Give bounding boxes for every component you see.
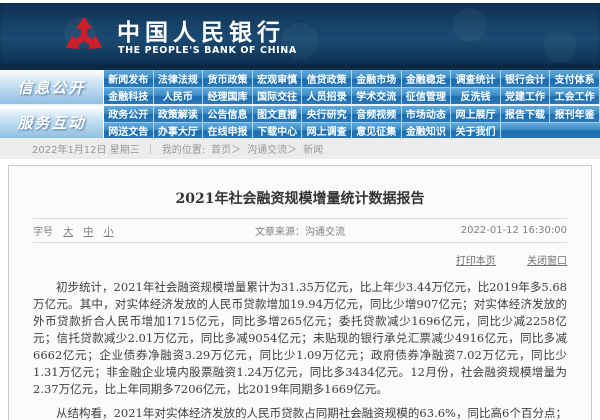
nav-item[interactable]: 办事大厅 [154, 123, 204, 139]
nav-item[interactable]: 银行会计 [501, 70, 551, 87]
article-paragraph-1: 初步统计，2021年社会融资规模增量累计为31.35万亿元，比上年少3.44万亿… [33, 279, 567, 398]
close-window-button[interactable]: 关闭窗口 [527, 256, 567, 267]
banner: 中国人民银行 THE PEOPLE'S BANK OF CHINA [0, 3, 600, 67]
nav-section-information-disclosure[interactable]: 信息公开 [0, 70, 104, 104]
current-date: 2022年1月12日 星期三 [32, 141, 140, 156]
nav-item[interactable]: 公告信息 [203, 106, 253, 122]
nav-item[interactable]: 党建工作 [501, 88, 551, 105]
nav-item[interactable]: 调查统计 [451, 70, 501, 87]
nav-item[interactable]: 报刊年鉴 [550, 106, 600, 122]
article-body: 初步统计，2021年社会融资规模增量累计为31.35万亿元，比上年少3.44万亿… [33, 279, 567, 420]
nav-item[interactable]: 金融市场 [352, 70, 402, 87]
nav-item[interactable]: 央行研究 [302, 106, 352, 122]
article-meta: 字号 大 中 小 文章来源：沟通交流 2022-01-12 16:30:00 [33, 219, 567, 242]
nav-item[interactable]: 金融知识 [402, 123, 452, 139]
nav-item[interactable]: 政策解读 [154, 106, 204, 122]
nav-item[interactable]: 下载中心 [253, 123, 303, 139]
breadcrumb-news-link[interactable]: 新闻 [303, 141, 323, 156]
print-page-button[interactable]: 打印本页 [456, 256, 496, 267]
nav-item[interactable]: 网上调查 [302, 123, 352, 139]
nav-item[interactable]: 支付体系 [550, 70, 600, 87]
page-actions: 打印本页 关闭窗口 [33, 243, 567, 269]
nav-item[interactable]: 国际交往 [253, 88, 303, 105]
nav-row: 政务公开政策解读公告信息图文直播央行研究音频视频市场动态网上展厅报告下载报刊年鉴 [104, 106, 600, 122]
nav-band-service-interaction: 服务互动 政务公开政策解读公告信息图文直播央行研究音频视频市场动态网上展厅报告下… [0, 104, 600, 138]
nav-item[interactable]: 报告下载 [501, 106, 551, 122]
breadcrumb-pipe: ｜ [146, 141, 156, 156]
nav-item[interactable]: 信贷政策 [302, 70, 352, 87]
nav-item[interactable]: 市场动态 [402, 106, 452, 122]
article-title: 2021年社会融资规模增量统计数据报告 [33, 188, 567, 208]
font-size-large-button[interactable]: 大 [63, 227, 73, 238]
font-size-medium-button[interactable]: 中 [83, 227, 93, 238]
nav-item[interactable]: 新闻发布 [104, 70, 154, 87]
nav-item[interactable]: 金融稳定 [402, 70, 452, 87]
nav-item[interactable]: 金融科技 [104, 88, 154, 105]
content-area: 2021年社会融资规模增量统计数据报告 字号 大 中 小 文章来源：沟通交流 2… [0, 159, 600, 420]
nav-item[interactable]: 征信管理 [402, 88, 452, 105]
nav-item[interactable]: 工会工作 [550, 88, 600, 105]
breadcrumb-location-label: 我的位置: [162, 141, 205, 156]
bank-name-cn: 中国人民银行 [117, 13, 285, 47]
pboc-logo-icon [60, 12, 108, 60]
nav-item[interactable]: 意见征集 [352, 123, 402, 139]
nav-item[interactable]: 学术交流 [352, 88, 402, 105]
nav-section-service-interaction[interactable]: 服务互动 [0, 106, 104, 138]
nav-row: 新闻发布法律法规货币政策宏观审慎信贷政策金融市场金融稳定调查统计银行会计支付体系 [104, 70, 600, 87]
nav-item[interactable]: 网送文告 [104, 123, 154, 139]
breadcrumb: 2022年1月12日 星期三 ｜ 我的位置: 首页 ＞ 沟通交流 ＞ 新闻 [0, 138, 600, 159]
nav-item[interactable]: 反洗钱 [451, 88, 501, 105]
article-source: 文章来源：沟通交流 [211, 223, 389, 238]
nav-item[interactable]: 人民币 [154, 88, 204, 105]
breadcrumb-separator: ＞ [231, 141, 241, 156]
nav-item[interactable]: 关于我们 [451, 123, 501, 139]
main-navigation: 信息公开 新闻发布法律法规货币政策宏观审慎信贷政策金融市场金融稳定调查统计银行会… [0, 67, 600, 138]
nav-item[interactable]: 音频视频 [352, 106, 402, 122]
nav-item[interactable]: 宏观审慎 [253, 70, 303, 87]
nav-item[interactable]: 图文直播 [253, 106, 303, 122]
font-size-label: 字号 [33, 227, 53, 238]
nav-item[interactable]: 经理国库 [203, 88, 253, 105]
nav-row: 网送文告办事大厅在线申报下载中心网上调查意见征集金融知识关于我们 [104, 122, 600, 139]
nav-item[interactable]: 政务公开 [104, 106, 154, 122]
nav-band-information-disclosure: 信息公开 新闻发布法律法规货币政策宏观审慎信贷政策金融市场金融稳定调查统计银行会… [0, 70, 600, 104]
nav-item[interactable]: 人员招录 [302, 88, 352, 105]
article-datetime: 2022-01-12 16:30:00 [389, 225, 567, 236]
nav-item[interactable]: 在线申报 [203, 123, 253, 139]
bank-name-en: THE PEOPLE'S BANK OF CHINA [118, 45, 297, 56]
article-paragraph-2: 从结构看，2021年对实体经济发放的人民币贷款占同期社会融资规模的63.6%，同… [33, 405, 567, 420]
breadcrumb-home-link[interactable]: 首页 [211, 141, 231, 156]
nav-item[interactable]: 货币政策 [203, 70, 253, 87]
nav-row: 金融科技人民币经理国库国际交往人员招录学术交流征信管理反洗钱党建工作工会工作 [104, 87, 600, 105]
font-size-controls: 字号 大 中 小 [33, 223, 211, 238]
font-size-small-button[interactable]: 小 [104, 227, 114, 238]
nav-item[interactable]: 法律法规 [154, 70, 204, 87]
article-box: 2021年社会融资规模增量统计数据报告 字号 大 中 小 文章来源：沟通交流 2… [8, 165, 592, 420]
breadcrumb-separator: ＞ [287, 141, 297, 156]
breadcrumb-communication-link[interactable]: 沟通交流 [247, 141, 287, 156]
nav-item[interactable]: 网上展厅 [451, 106, 501, 122]
